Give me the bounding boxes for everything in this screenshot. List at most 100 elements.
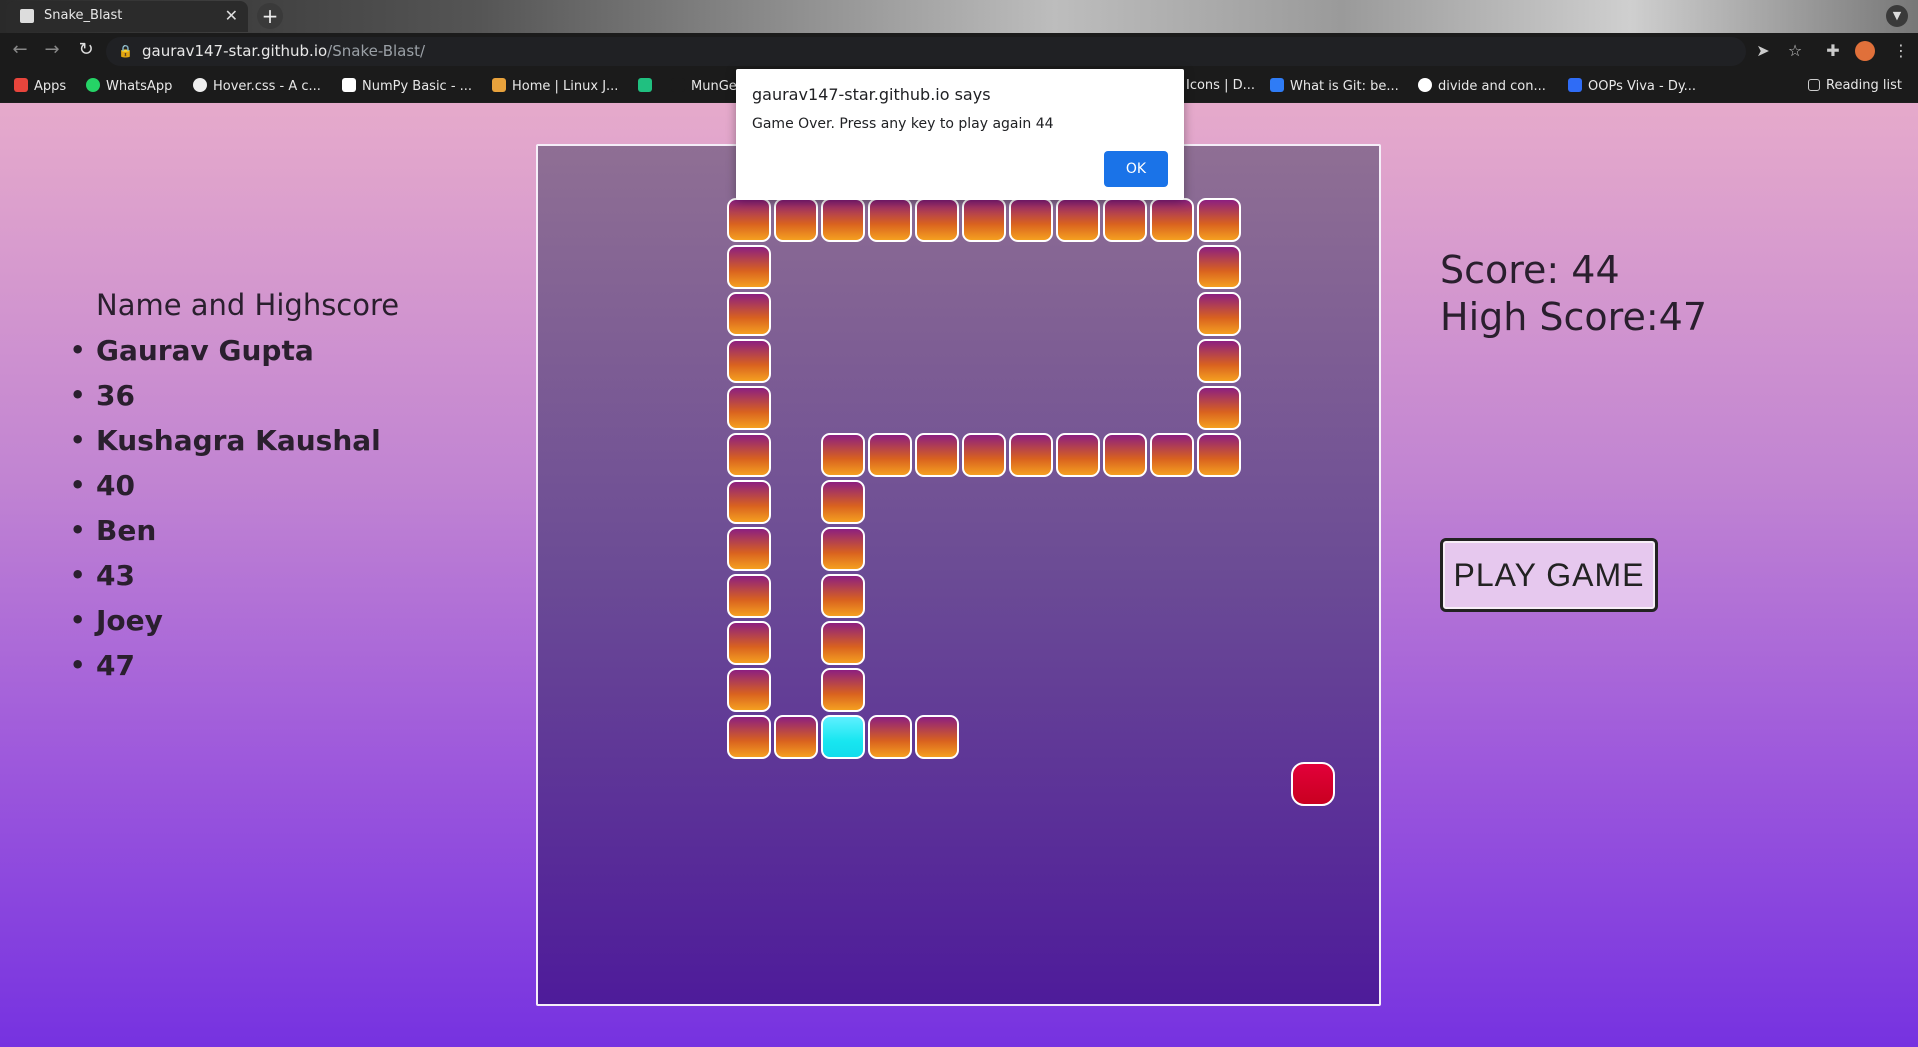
snake-segment (1197, 245, 1241, 289)
ok-button[interactable]: OK (1104, 151, 1168, 187)
reload-icon[interactable]: ↻ (74, 39, 98, 60)
bookmark-icons[interactable]: Icons | D... (1186, 78, 1255, 93)
x-icon (638, 78, 652, 92)
leaderboard-heading: Name and Highscore (96, 288, 400, 322)
snake-segment (1056, 198, 1100, 242)
snake-segment (727, 433, 771, 477)
bookmark-munge[interactable]: MunGe (671, 78, 737, 94)
list-item: Ben (70, 514, 399, 559)
snake-segment (727, 386, 771, 430)
extensions-puzzle-icon[interactable]: ✚ (1822, 41, 1844, 60)
bookmark-x[interactable] (638, 78, 658, 94)
bookmark-linux-journal[interactable]: Home | Linux J... (492, 78, 618, 94)
munge-icon (671, 78, 685, 92)
snake-segment (915, 198, 959, 242)
snake-segment (821, 480, 865, 524)
play-game-button[interactable]: PLAY GAME (1440, 538, 1658, 612)
snake-segment (727, 621, 771, 665)
snake-segment (868, 715, 912, 759)
bookmark-what-is-git[interactable]: What is Git: be... (1270, 78, 1399, 94)
snake-segment (821, 433, 865, 477)
snake-segment (1103, 198, 1147, 242)
leaderboard: Name and Highscore Gaurav Gupta 36 Kusha… (70, 288, 400, 694)
game-board[interactable] (536, 144, 1381, 1006)
snake-segment (821, 668, 865, 712)
forward-arrow-icon[interactable]: → (40, 39, 64, 60)
snake-segment (1197, 433, 1241, 477)
snake-segment (727, 480, 771, 524)
linux-icon (492, 78, 506, 92)
snake-segment (1197, 386, 1241, 430)
snake-segment (821, 574, 865, 618)
google-icon (1418, 78, 1432, 92)
snake-segment (1197, 198, 1241, 242)
snake-segment (1150, 198, 1194, 242)
profile-avatar[interactable] (1855, 41, 1875, 61)
browser-toolbar: ← → ↻ 🔒 gaurav147-star.github.io/Snake-B… (0, 33, 1918, 70)
snake-segment (1197, 292, 1241, 336)
back-arrow-icon[interactable]: ← (8, 39, 32, 60)
address-bar[interactable]: 🔒 gaurav147-star.github.io/Snake-Blast/ (106, 37, 1746, 66)
send-icon[interactable]: ➤ (1752, 41, 1774, 60)
tab-snake-blast[interactable]: Snake_Blast ✕ (6, 1, 248, 32)
apps-grid-icon (14, 78, 28, 92)
bookmark-oops-viva[interactable]: OOPs Viva - Dy... (1568, 78, 1696, 94)
alert-dialog: gaurav147-star.github.io says Game Over.… (736, 69, 1184, 200)
whatsapp-icon (86, 78, 100, 92)
snake-segment (962, 198, 1006, 242)
atlassian-icon (1270, 78, 1284, 92)
snake-segment (1197, 339, 1241, 383)
new-tab-button[interactable]: + (257, 3, 283, 29)
url-host: gaurav147-star.github.io (142, 42, 328, 60)
game-page: Name and Highscore Gaurav Gupta 36 Kusha… (0, 103, 1918, 1047)
tab-title: Snake_Blast (44, 8, 123, 23)
snake-segment (727, 668, 771, 712)
snake-segment (821, 527, 865, 571)
dialog-origin: gaurav147-star.github.io says (752, 85, 991, 104)
snake-segment (727, 527, 771, 571)
dialog-message: Game Over. Press any key to play again 4… (752, 116, 1054, 132)
close-tab-icon[interactable]: ✕ (225, 6, 238, 25)
bookmark-hover-css[interactable]: Hover.css - A c... (193, 78, 321, 94)
snake-segment (727, 339, 771, 383)
list-item: 40 (70, 469, 399, 514)
tab-strip: Snake_Blast ✕ + ▼ (0, 0, 1918, 33)
reading-list-icon (1808, 79, 1820, 91)
snake-segment (727, 715, 771, 759)
bookmark-numpy[interactable]: NumPy Basic - ... (342, 78, 472, 94)
geeks-icon (1568, 78, 1582, 92)
snake-segment (1103, 433, 1147, 477)
bookmark-divide-conquer[interactable]: divide and con... (1418, 78, 1546, 94)
bookmark-apps[interactable]: Apps (14, 78, 66, 94)
snake-head (821, 715, 865, 759)
reading-list-button[interactable]: Reading list (1808, 78, 1902, 93)
snake-segment (868, 433, 912, 477)
url-path: /Snake-Blast/ (327, 42, 426, 60)
snake-segment (821, 198, 865, 242)
snake-segment (774, 715, 818, 759)
browser-menu-icon[interactable]: ⋮ (1890, 41, 1912, 60)
snake-segment (868, 198, 912, 242)
bookmark-whatsapp[interactable]: WhatsApp (86, 78, 172, 94)
snake-segment (915, 433, 959, 477)
list-item: 36 (70, 379, 399, 424)
food-item (1291, 762, 1335, 806)
list-item: 47 (70, 649, 399, 694)
w3r-icon (342, 78, 356, 92)
snake-segment (1056, 433, 1100, 477)
snake-segment (774, 198, 818, 242)
list-item: Joey (70, 604, 399, 649)
snake-segment (915, 715, 959, 759)
tab-search-chevron-icon[interactable]: ▼ (1886, 5, 1908, 27)
score-panel: Score: 44 High Score:47 (1440, 248, 1707, 342)
snake-segment (821, 621, 865, 665)
list-item: Kushagra Kaushal (70, 424, 399, 469)
list-item: 43 (70, 559, 399, 604)
current-score: Score: 44 (1440, 248, 1620, 292)
snake-segment (727, 198, 771, 242)
bookmark-star-icon[interactable]: ☆ (1784, 41, 1806, 60)
snake-segment (1150, 433, 1194, 477)
leaderboard-list: Gaurav Gupta 36 Kushagra Kaushal 40 Ben … (70, 334, 399, 694)
lock-icon: 🔒 (118, 44, 133, 58)
snake-segment (727, 245, 771, 289)
